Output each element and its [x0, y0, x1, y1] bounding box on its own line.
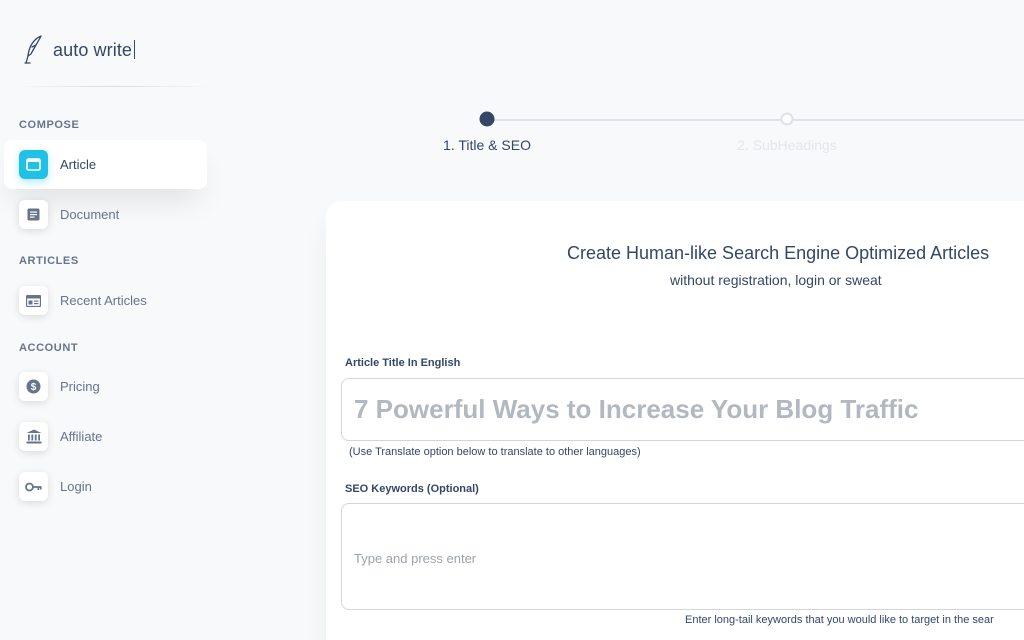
sidebar-item-login[interactable]: Login: [4, 462, 207, 511]
svg-text:$: $: [31, 382, 37, 393]
browser-list-icon: [19, 286, 48, 315]
card-subline: without registration, login or sweat: [670, 272, 882, 288]
app-root: auto write COMPOSE Article Document ARTI…: [0, 0, 1024, 640]
bank-icon: [19, 422, 48, 451]
text-caret: [134, 39, 136, 59]
section-label-account: ACCOUNT: [19, 342, 79, 354]
article-title-hint: (Use Translate option below to translate…: [349, 446, 641, 458]
document-icon: [19, 200, 48, 229]
seo-keywords-label: SEO Keywords (Optional): [345, 483, 479, 495]
seo-keywords-box[interactable]: [341, 503, 1024, 610]
sidebar-item-label: Recent Articles: [60, 293, 147, 308]
brand[interactable]: auto write: [22, 34, 136, 66]
section-label-compose: COMPOSE: [19, 119, 80, 131]
stepper-track: [487, 119, 787, 121]
sidebar-item-label: Pricing: [60, 379, 100, 394]
sidebar-item-pricing[interactable]: $ Pricing: [4, 362, 207, 411]
step-indicator-upcoming[interactable]: [780, 112, 794, 126]
section-label-articles: ARTICLES: [19, 255, 79, 267]
sidebar-item-label: Affiliate: [60, 429, 103, 444]
step-indicator-current[interactable]: [479, 111, 495, 127]
seo-keywords-input[interactable]: [354, 548, 954, 568]
window-icon: [19, 150, 48, 179]
key-icon: [19, 472, 48, 501]
sidebar-item-document[interactable]: Document: [4, 190, 207, 239]
dollar-coin-icon: $: [19, 372, 48, 401]
sidebar-item-label: Article: [60, 157, 97, 172]
sidebar-divider: [16, 86, 211, 87]
step-label-title-seo[interactable]: 1. Title & SEO: [443, 137, 531, 153]
sidebar-item-affiliate[interactable]: Affiliate: [4, 412, 207, 461]
article-title-label: Article Title In English: [345, 357, 461, 369]
stepper-track-rest: [793, 119, 1024, 121]
sidebar-item-label: Login: [60, 479, 92, 494]
sidebar-item-recent-articles[interactable]: Recent Articles: [4, 276, 207, 325]
quill-pen-icon: [24, 35, 42, 64]
card-headline: Create Human-like Search Engine Optimize…: [567, 243, 990, 263]
article-title-input[interactable]: [341, 378, 1024, 441]
step-label-subheadings[interactable]: 2. SubHeadings: [737, 137, 837, 153]
seo-keywords-hint: Enter long-tail keywords that you would …: [685, 614, 994, 626]
sidebar-item-article[interactable]: Article: [4, 140, 207, 189]
brand-name: auto write: [53, 39, 136, 61]
sidebar-item-label: Document: [60, 207, 120, 222]
sidebar: auto write COMPOSE Article Document ARTI…: [0, 0, 215, 640]
